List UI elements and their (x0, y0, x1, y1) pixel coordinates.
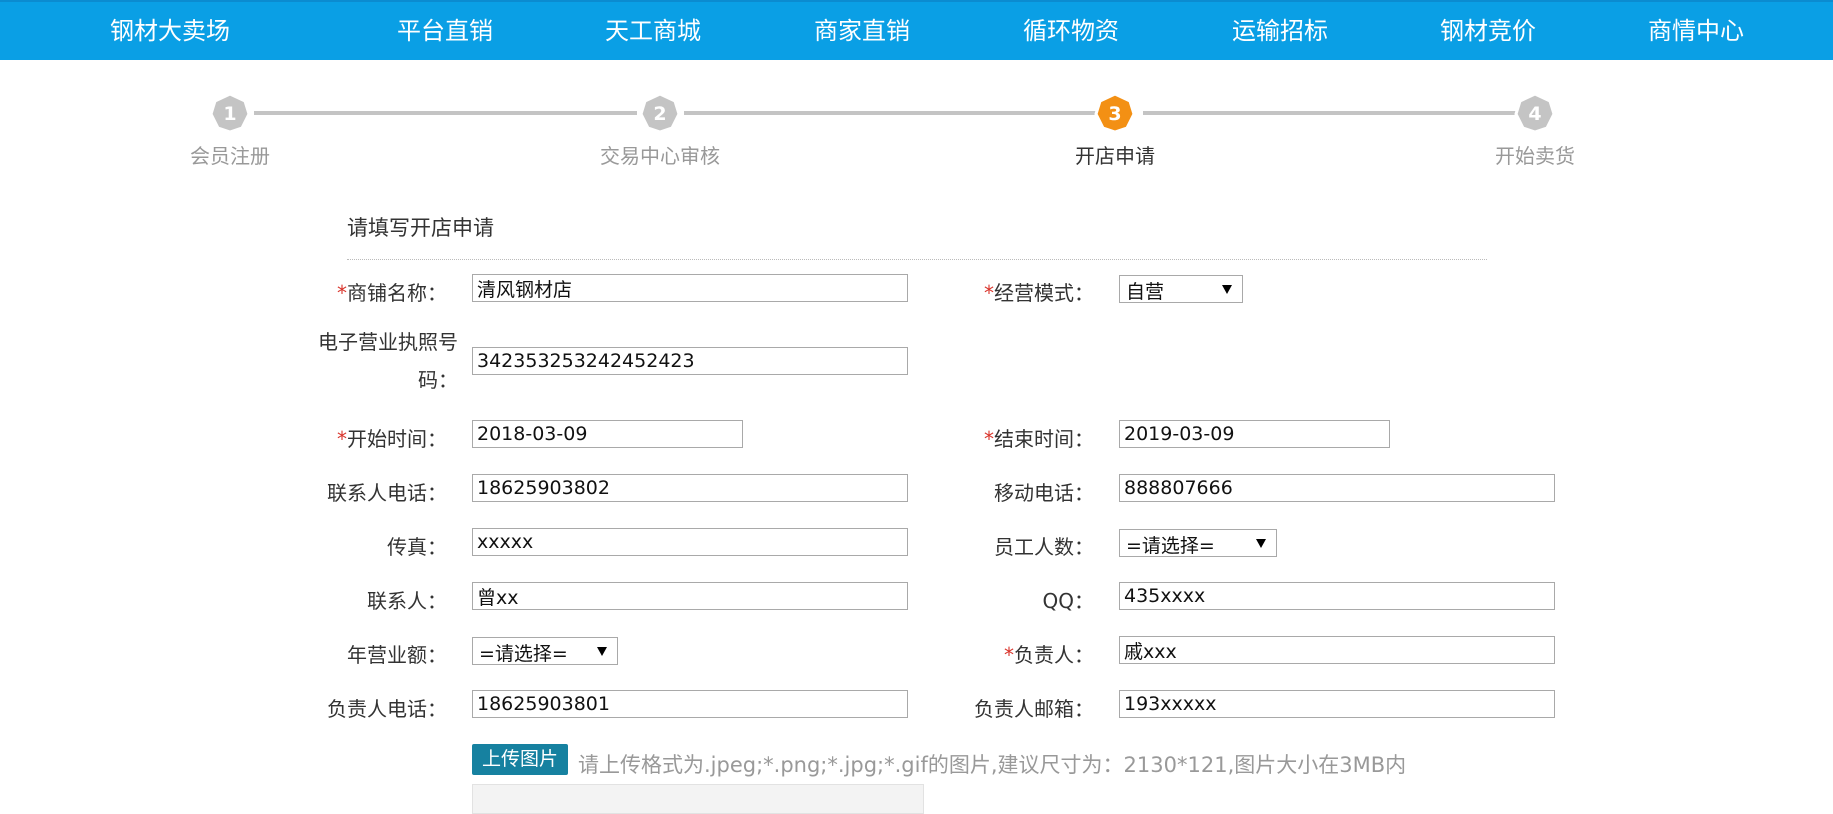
staff-count-value: =请选择= (1126, 535, 1215, 557)
step-1-label: 会员注册 (190, 144, 270, 168)
contact-label: 联系人： (367, 589, 447, 613)
step-number: 2 (653, 103, 666, 125)
step-2-label: 交易中心审核 (600, 144, 720, 168)
required-mark: * (337, 281, 347, 305)
manager-email-input[interactable] (1119, 690, 1555, 718)
step-connector (254, 111, 637, 115)
staff-count-select[interactable]: =请选择= (1119, 529, 1277, 557)
nav-item-recycle[interactable]: 循环物资 (1023, 0, 1119, 60)
start-time-label-text: 开始时间： (347, 427, 447, 451)
step-4-label: 开始卖货 (1495, 144, 1575, 168)
nav-item-platform-direct[interactable]: 平台直销 (397, 0, 493, 60)
chevron-down-icon (597, 647, 607, 656)
mobile-label: 移动电话： (994, 481, 1094, 505)
upload-image-button[interactable]: 上传图片 (472, 744, 568, 775)
step-3-badge: 3 (1094, 92, 1136, 134)
start-time-label: *开始时间： (337, 423, 447, 452)
manager-label: *负责人： (1004, 639, 1094, 668)
chevron-down-icon (1256, 539, 1266, 548)
contact-phone-label: 联系人电话： (327, 481, 447, 505)
end-time-label-text: 结束时间： (994, 427, 1094, 451)
step-connector (1143, 111, 1536, 115)
business-mode-label: *经营模式： (984, 277, 1094, 306)
shop-name-label: *商铺名称： (337, 277, 447, 306)
shop-name-input[interactable] (472, 274, 908, 302)
required-mark: * (1004, 643, 1014, 667)
shop-name-label-text: 商铺名称： (347, 281, 447, 305)
image-preview-area (472, 784, 924, 814)
required-mark: * (984, 281, 994, 305)
step-3-label: 开店申请 (1075, 144, 1155, 168)
nav-item-steel-auction[interactable]: 钢材竞价 (1440, 0, 1536, 60)
nav-item-tiangong-mall[interactable]: 天工商城 (605, 0, 701, 60)
qq-input[interactable] (1119, 582, 1555, 610)
start-time-input[interactable] (472, 420, 743, 448)
contact-input[interactable] (472, 582, 908, 610)
chevron-down-icon (1222, 285, 1232, 294)
annual-revenue-select[interactable]: =请选择= (472, 637, 618, 665)
step-2-badge: 2 (639, 92, 681, 134)
fax-label: 传真： (387, 535, 447, 559)
staff-count-label: 员工人数： (994, 535, 1094, 559)
end-time-label: *结束时间： (984, 423, 1094, 452)
required-mark: * (984, 427, 994, 451)
top-nav-edge (0, 0, 1833, 2)
mobile-input[interactable] (1119, 474, 1555, 502)
step-1-badge: 1 (209, 92, 251, 134)
step-number: 3 (1108, 103, 1121, 125)
required-mark: * (337, 427, 347, 451)
business-mode-select[interactable]: 自营 (1119, 275, 1243, 303)
step-4-badge: 4 (1514, 92, 1556, 134)
manager-input[interactable] (1119, 636, 1555, 664)
annual-revenue-label: 年营业额： (347, 643, 447, 667)
license-no-input[interactable] (472, 347, 908, 375)
step-connector (684, 111, 1097, 115)
nav-item-merchant-direct[interactable]: 商家直销 (814, 0, 910, 60)
qq-label: QQ： (1042, 589, 1094, 613)
fax-input[interactable] (472, 528, 908, 556)
nav-item-transport-bid[interactable]: 运输招标 (1232, 0, 1328, 60)
step-number: 4 (1528, 103, 1541, 125)
top-nav: 钢材大卖场 平台直销 天工商城 商家直销 循环物资 运输招标 钢材竞价 商情中心 (0, 0, 1833, 60)
manager-label-text: 负责人： (1014, 643, 1094, 667)
step-number: 1 (223, 103, 236, 125)
license-no-label-line2: 码： (418, 368, 458, 392)
license-no-label: 电子营业执照号 码： (318, 323, 458, 399)
manager-phone-input[interactable] (472, 690, 908, 718)
contact-phone-input[interactable] (472, 474, 908, 502)
business-mode-label-text: 经营模式： (994, 281, 1094, 305)
license-no-label-line1: 电子营业执照号 (318, 330, 458, 354)
form-divider (347, 259, 1487, 260)
nav-item-market-info[interactable]: 商情中心 (1648, 0, 1744, 60)
end-time-input[interactable] (1119, 420, 1390, 448)
form-title: 请填写开店申请 (347, 216, 494, 240)
manager-phone-label: 负责人电话： (327, 697, 447, 721)
upload-hint: 请上传格式为.jpeg;*.png;*.jpg;*.gif的图片,建议尺寸为：2… (578, 753, 1407, 777)
annual-revenue-value: =请选择= (479, 643, 568, 665)
manager-email-label: 负责人邮箱： (974, 697, 1094, 721)
business-mode-value: 自营 (1126, 281, 1165, 303)
nav-item-steel-market[interactable]: 钢材大卖场 (110, 0, 230, 60)
